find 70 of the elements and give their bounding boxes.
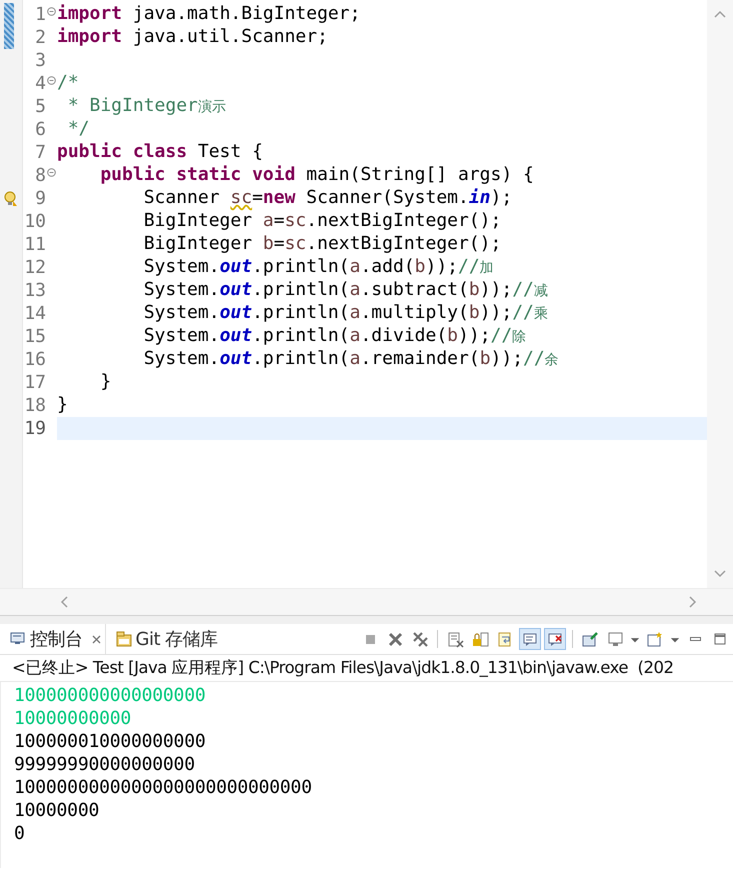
code-line: public class Test { bbox=[57, 141, 263, 164]
line-number: 9 bbox=[35, 187, 46, 210]
code-line: BigInteger a=sc.nextBigInteger(); bbox=[142, 210, 502, 233]
console-launch-header: <已终止> Test [Java 应用程序] C:\Program Files\Java\jdk1.8.0_131\bin\javaw.exe (202 bbox=[0, 655, 733, 682]
line-number: 3 bbox=[35, 49, 46, 72]
code-line: System.out.println(a.subtract(b));//减 bbox=[142, 279, 548, 302]
fold-collapse-icon[interactable] bbox=[47, 76, 56, 85]
fold-collapse-icon[interactable] bbox=[47, 7, 56, 16]
line-number: 16 bbox=[24, 348, 46, 371]
remove-all-icon bbox=[412, 630, 428, 648]
code-line: } bbox=[99, 371, 112, 394]
console-error-button[interactable] bbox=[544, 628, 566, 650]
code-line: import java.math.BigInteger; bbox=[57, 3, 360, 26]
console-input-line: 10000000000 bbox=[14, 707, 132, 730]
line-number: 14 bbox=[24, 302, 46, 325]
code-line: } bbox=[57, 394, 68, 417]
maximize-icon bbox=[712, 630, 728, 648]
clear-console-icon bbox=[446, 630, 464, 648]
line-number: 1 bbox=[35, 3, 46, 26]
console-output-line: 10000000 bbox=[14, 799, 100, 822]
line-number: 10 bbox=[24, 210, 46, 233]
code-line: System.out.println(a.multiply(b));//乘 bbox=[142, 302, 548, 325]
pin-console-icon bbox=[582, 630, 598, 648]
console-output-line: 100000010000000000 bbox=[14, 730, 206, 753]
code-line: * BigInteger演示 bbox=[66, 95, 226, 118]
code-line: System.out.println(a.remainder(b));//余 bbox=[142, 348, 559, 371]
scroll-up-icon[interactable] bbox=[714, 10, 726, 18]
line-number: 11 bbox=[24, 233, 46, 256]
line-number: 7 bbox=[35, 141, 46, 164]
code-line: BigInteger b=sc.nextBigInteger(); bbox=[142, 233, 502, 256]
close-icon[interactable] bbox=[92, 634, 100, 644]
fold-collapse-icon[interactable] bbox=[47, 168, 56, 177]
warning-lightbulb-icon[interactable] bbox=[4, 190, 18, 206]
line-number: 19 bbox=[24, 417, 46, 440]
scroll-lock-icon bbox=[472, 630, 488, 648]
display-console-icon bbox=[606, 630, 624, 648]
code-line: public static void main(String[] args) { bbox=[99, 164, 534, 187]
scroll-left-icon[interactable] bbox=[60, 596, 68, 608]
console-error-icon bbox=[546, 630, 564, 648]
console-output-line: 0 bbox=[14, 822, 25, 845]
code-line: System.out.println(a.divide(b));//除 bbox=[142, 325, 526, 348]
console-icon bbox=[10, 631, 26, 647]
console-tab[interactable]: Git 存储库 bbox=[106, 624, 222, 654]
console-input-line: 100000000000000000 bbox=[14, 684, 206, 707]
line-number: 18 bbox=[24, 394, 46, 417]
line-number: 12 bbox=[24, 256, 46, 279]
code-line: /* bbox=[57, 72, 79, 95]
new-console-icon bbox=[646, 630, 664, 648]
remove-icon bbox=[386, 630, 404, 648]
minimize-icon bbox=[690, 637, 700, 641]
console-output-line: 1000000000000000000000000000 bbox=[14, 776, 312, 799]
code-line: Scanner sc=new Scanner(System.in); bbox=[142, 187, 512, 210]
git-repository-icon bbox=[116, 631, 132, 647]
line-number: 2 bbox=[35, 26, 46, 49]
console-output-icon bbox=[522, 630, 538, 648]
line-number: 15 bbox=[24, 325, 46, 348]
line-number: 6 bbox=[35, 118, 46, 141]
code-line: import java.util.Scanner; bbox=[57, 26, 328, 49]
console-output-line: 99999990000000000 bbox=[14, 753, 195, 776]
code-line: System.out.println(a.add(b));//加 bbox=[142, 256, 494, 279]
line-number: 5 bbox=[35, 95, 46, 118]
console-output-button[interactable] bbox=[519, 628, 541, 650]
line-number: 8 bbox=[35, 164, 46, 187]
scroll-down-icon[interactable] bbox=[714, 570, 726, 578]
word-wrap-icon bbox=[496, 630, 514, 648]
scroll-right-icon[interactable] bbox=[689, 596, 697, 608]
line-number: 13 bbox=[24, 279, 46, 302]
line-number: 17 bbox=[24, 371, 46, 394]
line-number: 4 bbox=[35, 72, 46, 95]
code-line: */ bbox=[66, 118, 90, 141]
